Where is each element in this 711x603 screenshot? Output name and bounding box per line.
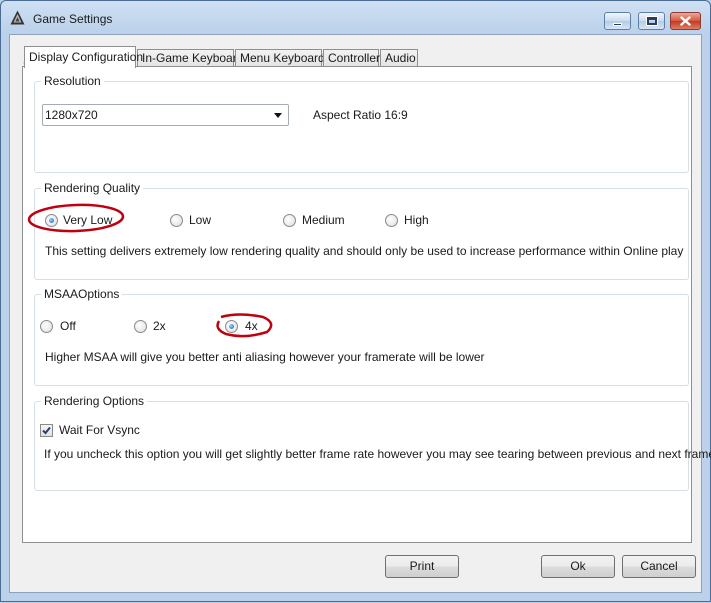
radio-button[interactable] (170, 214, 183, 227)
resolution-value: 1280x720 (45, 108, 98, 122)
title-bar[interactable]: Game Settings (1, 1, 710, 33)
maximize-icon (645, 16, 658, 26)
tab-label: Display Configuration (29, 50, 144, 64)
rendering-quality-group-title: Rendering Quality (41, 181, 144, 195)
app-logo-icon (10, 10, 25, 25)
rendering-options-group: Rendering Options Wait For Vsync If you … (34, 394, 711, 491)
maximize-button[interactable] (638, 12, 665, 30)
close-button[interactable] (670, 12, 701, 30)
tab-menu-keyboard[interactable]: Menu Keyboard (235, 49, 325, 67)
radio-button[interactable] (283, 214, 296, 227)
cancel-button[interactable]: Cancel (622, 555, 696, 578)
rendering-quality-description: This setting delivers extremely low rend… (45, 244, 684, 258)
msaa-options-group: MSAAOptions Off 2x 4x Higher MSAA will g… (34, 287, 689, 386)
rendering-options-group-title: Rendering Options (41, 394, 148, 408)
ok-button[interactable]: Ok (541, 555, 615, 578)
close-icon (680, 16, 691, 26)
radio-button[interactable] (40, 320, 53, 333)
checkmark-icon (42, 426, 51, 435)
resolution-dropdown[interactable]: 1280x720 (42, 104, 289, 126)
tab-display-configuration[interactable]: Display Configuration (24, 46, 143, 68)
minimize-button[interactable] (604, 12, 631, 30)
resolution-group-title: Resolution (41, 74, 104, 88)
radio-button[interactable] (225, 320, 238, 333)
tab-label: Audio (385, 51, 416, 65)
tab-label: In-Game Keyboard (142, 51, 244, 65)
resolution-group: Resolution 1280x720 Aspect Ratio 16:9 (34, 74, 689, 173)
radio-label: 4x (245, 319, 258, 333)
tab-controller[interactable]: Controller (323, 49, 381, 67)
radio-label: High (404, 213, 429, 227)
radio-button[interactable] (385, 214, 398, 227)
rendering-quality-group: Rendering Quality Very Low Low Medium Hi… (34, 181, 689, 280)
dialog-client-area: Display Configuration In-Game Keyboard M… (9, 34, 711, 593)
checkbox-box[interactable] (40, 424, 53, 437)
tab-in-game-keyboard[interactable]: In-Game Keyboard (137, 49, 243, 67)
print-button[interactable]: Print (385, 555, 459, 578)
tab-label: Controller (328, 51, 381, 65)
window-title: Game Settings (33, 12, 113, 26)
rendering-options-description: If you uncheck this option you will get … (44, 447, 711, 461)
chevron-down-icon (274, 113, 282, 118)
msaa-description: Higher MSAA will give you better anti al… (45, 350, 485, 364)
minimize-icon (613, 22, 622, 26)
checkbox-label: Wait For Vsync (59, 423, 140, 437)
display-configuration-panel: Resolution 1280x720 Aspect Ratio 16:9 Re… (22, 66, 711, 543)
aspect-ratio-label: Aspect Ratio 16:9 (313, 108, 408, 122)
radio-button[interactable] (134, 320, 147, 333)
radio-button[interactable] (45, 214, 58, 227)
radio-label: 2x (153, 319, 166, 333)
radio-label: Very Low (63, 213, 113, 227)
game-settings-window: Game Settings Display Configuration In-G… (0, 0, 711, 602)
radio-label: Medium (302, 213, 345, 227)
tab-label: Menu Keyboard (240, 51, 325, 65)
radio-label: Low (189, 213, 212, 227)
msaa-group-title: MSAAOptions (41, 287, 123, 301)
tab-audio[interactable]: Audio (380, 49, 418, 67)
radio-label: Off (60, 319, 76, 333)
